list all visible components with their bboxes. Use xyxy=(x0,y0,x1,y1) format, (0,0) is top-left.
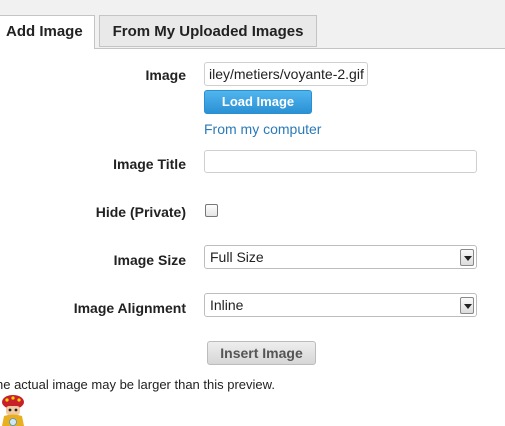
image-title-label: Image Title xyxy=(113,156,186,172)
preview-note: he actual image may be larger than this … xyxy=(0,377,275,392)
insert-image-button[interactable]: Insert Image xyxy=(207,341,316,365)
tab-add-image[interactable]: Add Image xyxy=(0,15,95,49)
hide-private-label: Hide (Private) xyxy=(95,204,186,220)
image-title-field[interactable] xyxy=(204,150,477,173)
tab-divider xyxy=(95,48,505,49)
image-url-field[interactable]: iley/metiers/voyante-2.gif xyxy=(204,62,368,86)
image-size-select[interactable]: Full Size xyxy=(204,245,477,269)
chevron-down-icon[interactable] xyxy=(460,297,474,314)
preview-image xyxy=(2,395,24,426)
load-image-button[interactable]: Load Image xyxy=(204,90,312,114)
chevron-down-icon[interactable] xyxy=(460,249,474,266)
image-label: Image xyxy=(145,67,186,83)
image-alignment-label: Image Alignment xyxy=(73,300,186,316)
image-alignment-value: Inline xyxy=(210,297,244,313)
image-size-value: Full Size xyxy=(210,249,264,265)
image-size-label: Image Size xyxy=(113,252,186,268)
image-alignment-select[interactable]: Inline xyxy=(204,293,477,317)
from-my-computer-link[interactable]: From my computer xyxy=(204,121,321,137)
tab-uploaded-images[interactable]: From My Uploaded Images xyxy=(99,15,317,47)
hide-private-checkbox[interactable] xyxy=(205,204,218,217)
